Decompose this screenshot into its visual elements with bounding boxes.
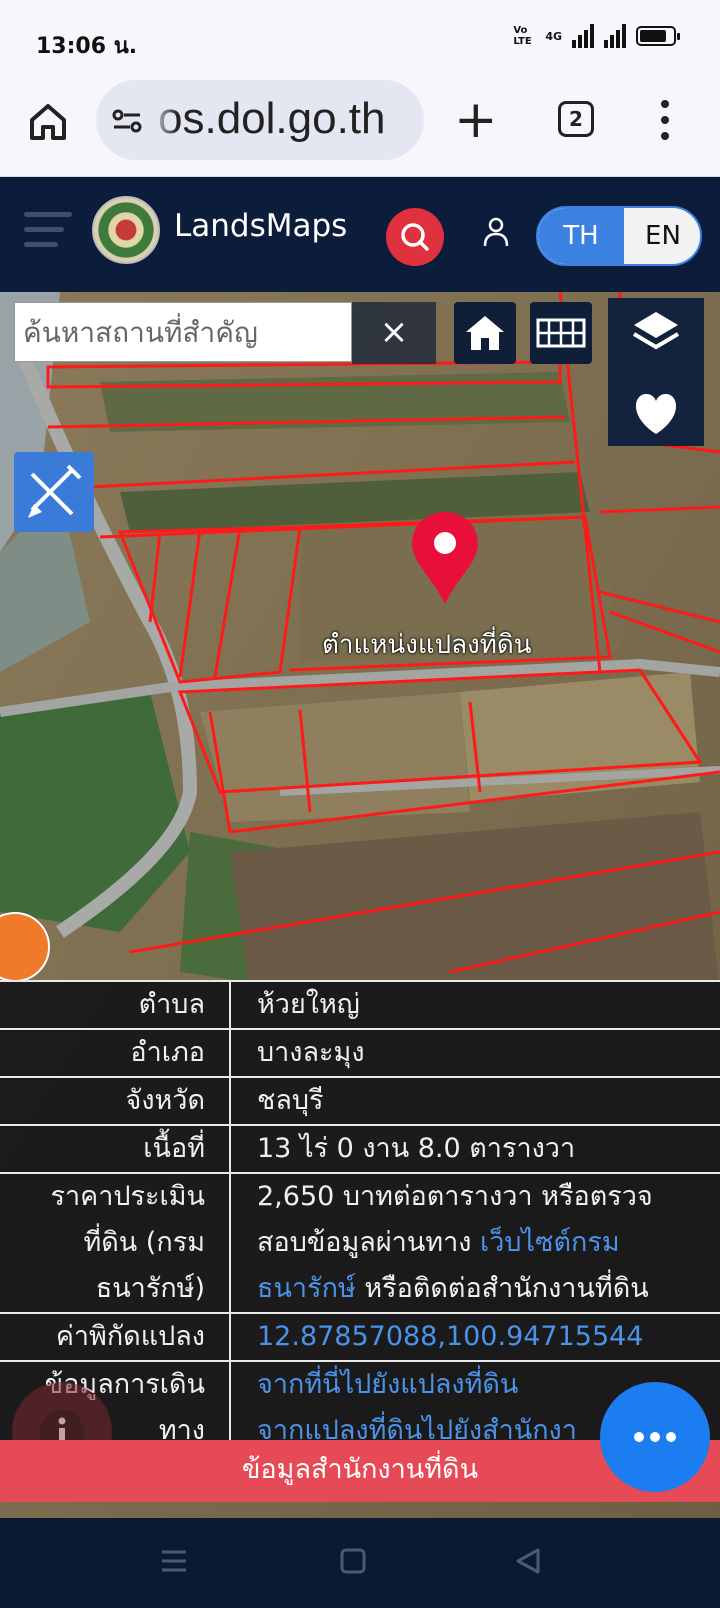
language-toggle[interactable]: TH EN xyxy=(536,206,702,266)
search-button[interactable] xyxy=(386,208,444,266)
map-view[interactable]: × ต xyxy=(0,292,720,1518)
lang-th-option[interactable]: TH xyxy=(538,208,624,264)
home-icon[interactable] xyxy=(26,100,70,144)
clear-search-button[interactable]: × xyxy=(352,302,436,364)
grid-icon xyxy=(536,318,586,348)
price-key-line: ที่ดิน (กรม xyxy=(83,1227,205,1258)
treasury-website-link[interactable]: เว็บไซต์กรม xyxy=(480,1227,620,1258)
site-settings-icon[interactable] xyxy=(112,108,142,134)
row-value: 12.87857088,100.94715544 xyxy=(230,1312,720,1361)
new-tab-icon[interactable]: + xyxy=(454,94,498,146)
route-to-parcel-link[interactable]: จากที่นี่ไปยังแปลงที่ดิน xyxy=(257,1369,518,1400)
treasury-website-link[interactable]: ธนารักษ์ xyxy=(257,1273,356,1304)
system-nav-bar xyxy=(0,1518,720,1604)
recent-apps-icon[interactable] xyxy=(162,1550,186,1572)
network-type: 4G xyxy=(545,29,562,43)
row-key: ค่าพิกัดแปลง xyxy=(0,1312,231,1361)
ruler-pencil-icon xyxy=(28,464,82,518)
tab-switcher-button[interactable]: 2 xyxy=(558,101,594,137)
row-key: อำเภอ xyxy=(0,1028,231,1077)
url-bar[interactable]: os.dol.go.th xyxy=(96,80,424,160)
app-header: LandsMaps TH EN xyxy=(0,178,720,292)
user-icon[interactable] xyxy=(482,216,510,248)
price-value: 2,650 บาทต่อตารางวา หรือตรวจ สอบข้อมูลผ่… xyxy=(230,1172,720,1313)
status-icons: Vo LTE 4G xyxy=(513,24,680,48)
more-dots-icon xyxy=(634,1432,676,1442)
chat-button[interactable] xyxy=(600,1382,710,1492)
back-icon[interactable] xyxy=(516,1548,540,1574)
location-pin-icon[interactable] xyxy=(410,510,480,606)
price-text: สอบข้อมูลผ่านทาง xyxy=(257,1227,481,1258)
nav-icons xyxy=(162,1548,540,1574)
price-text: 2,650 บาทต่อตารางวา หรือตรวจ xyxy=(257,1181,653,1212)
status-bar: 13:06 น. Vo LTE 4G xyxy=(0,0,720,80)
browser-toolbar: os.dol.go.th + 2 xyxy=(0,80,720,177)
price-key-line: ธนารักษ์) xyxy=(95,1273,205,1304)
search-icon xyxy=(401,223,429,251)
row-key: เนื้อที่ xyxy=(0,1124,231,1173)
row-key: ตำบล xyxy=(0,980,231,1029)
price-key-line: ราคาประเมิน xyxy=(50,1181,205,1212)
row-value: ห้วยใหญ่ xyxy=(230,980,720,1029)
table-row: อำเภอ บางละมุง xyxy=(0,1028,720,1077)
measure-tool-button[interactable] xyxy=(14,452,94,532)
price-key: ราคาประเมินที่ดิน (กรมธนารักษ์) xyxy=(0,1172,231,1313)
home-nav-icon[interactable] xyxy=(340,1548,366,1574)
home-map-button[interactable] xyxy=(454,302,516,364)
url-text: os.dol.go.th xyxy=(158,94,386,143)
row-key: จังหวัด xyxy=(0,1076,231,1125)
map-side-panel xyxy=(608,298,704,446)
place-search-box[interactable] xyxy=(14,302,352,362)
row-value: บางละมุง xyxy=(230,1028,720,1077)
app-title: LandsMaps xyxy=(174,208,348,244)
grid-button[interactable] xyxy=(530,302,592,364)
table-row: เนื้อที่ 13 ไร่ 0 งาน 8.0 ตารางวา xyxy=(0,1124,720,1173)
coordinate-link[interactable]: 12.87857088,100.94715544 xyxy=(257,1321,644,1352)
heart-icon[interactable] xyxy=(608,376,704,450)
browser-menu-icon[interactable] xyxy=(660,100,670,144)
pin-label: ตำแหน่งแปลงที่ดิน xyxy=(322,630,532,660)
url-fade xyxy=(150,80,178,160)
menu-icon[interactable] xyxy=(24,212,72,252)
price-text: หรือติดต่อสำนักงานที่ดิน xyxy=(355,1273,649,1304)
status-time: 13:06 น. xyxy=(36,34,138,59)
lang-en-option[interactable]: EN xyxy=(624,208,700,264)
signal-icon xyxy=(604,24,626,48)
table-row: ราคาประเมินที่ดิน (กรมธนารักษ์) 2,650 บา… xyxy=(0,1172,720,1313)
volte-indicator: Vo LTE xyxy=(513,25,532,47)
table-row: ค่าพิกัดแปลง 12.87857088,100.94715544 xyxy=(0,1312,720,1361)
dol-logo xyxy=(92,196,160,264)
layers-icon[interactable] xyxy=(608,298,704,372)
house-icon xyxy=(466,316,504,350)
row-value: ชลบุรี xyxy=(230,1076,720,1125)
table-row: ตำบล ห้วยใหญ่ xyxy=(0,980,720,1029)
row-value: 13 ไร่ 0 งาน 8.0 ตารางวา xyxy=(230,1124,720,1173)
place-search-input[interactable] xyxy=(15,303,345,361)
battery-icon xyxy=(636,26,680,46)
signal-icon xyxy=(572,24,594,48)
table-row: จังหวัด ชลบุรี xyxy=(0,1076,720,1125)
